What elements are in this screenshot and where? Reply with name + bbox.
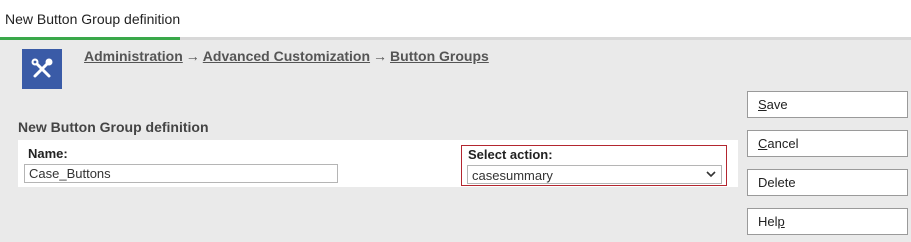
delete-button[interactable]: Delete (747, 169, 908, 196)
chevron-down-icon (706, 171, 716, 178)
form-panel: Name: Select action: casesummary (18, 140, 738, 187)
save-button-label: ave (766, 97, 788, 112)
help-button-label: Hel (758, 214, 778, 229)
select-action-dropdown[interactable]: casesummary (467, 165, 722, 184)
select-action-value: casesummary (472, 168, 553, 183)
tab-bar: New Button Group definition (0, 0, 911, 40)
tools-icon (22, 49, 62, 89)
cancel-button-label: ancel (767, 136, 799, 151)
breadcrumb-advanced-customization[interactable]: Advanced Customization (203, 48, 370, 64)
section-title: New Button Group definition (18, 119, 209, 135)
save-button[interactable]: Save (747, 91, 908, 118)
help-button[interactable]: Help (747, 208, 908, 235)
help-button-accesskey: p (777, 214, 785, 229)
breadcrumb-separator: → (185, 48, 200, 64)
delete-button-label: Delete (758, 175, 796, 190)
select-action-label: Select action: (468, 147, 553, 162)
cancel-button-accesskey: C (758, 136, 768, 151)
save-button-accesskey: S (758, 97, 767, 112)
breadcrumb-separator: → (373, 48, 388, 64)
name-input[interactable] (24, 164, 338, 183)
select-action-group: Select action: casesummary (461, 145, 727, 186)
tab-new-button-group[interactable]: New Button Group definition (0, 0, 180, 40)
breadcrumb: Administration → Advanced Customization → Bu… (84, 48, 489, 64)
breadcrumb-administration[interactable]: Administration (84, 48, 183, 64)
name-label: Name: (28, 146, 68, 161)
cancel-button[interactable]: Cancel (747, 130, 908, 157)
breadcrumb-button-groups[interactable]: Button Groups (390, 48, 489, 64)
